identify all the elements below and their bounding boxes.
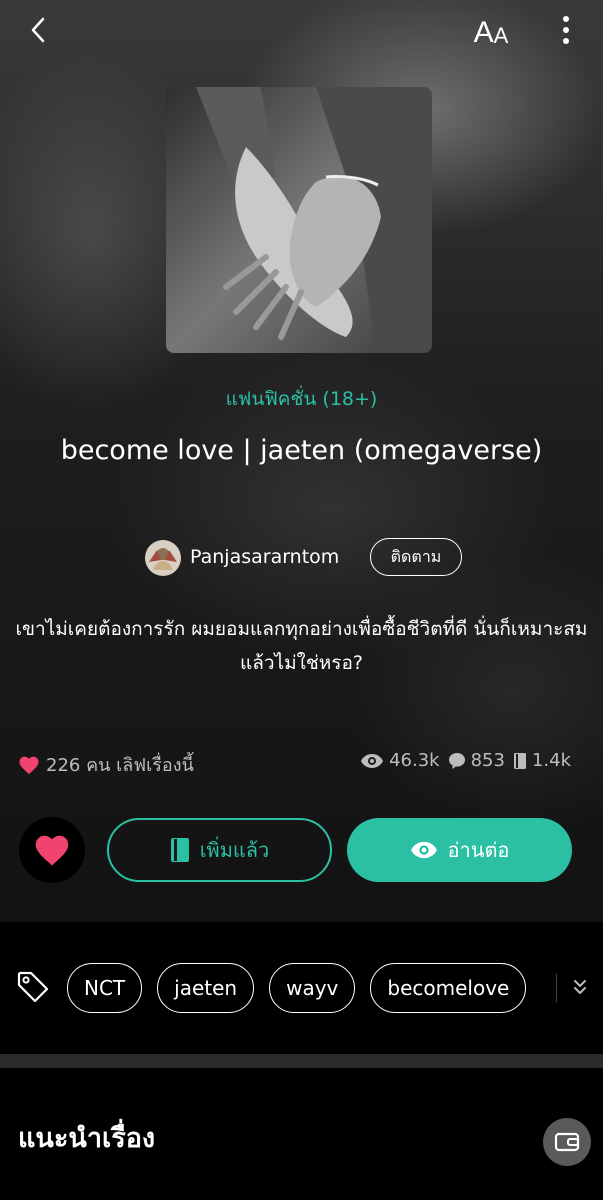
tag-chip[interactable]: wayv (269, 963, 356, 1013)
love-count-text: 226 คน เลิฟเรื่องนี้ (46, 755, 194, 776)
more-options-button[interactable] (548, 10, 584, 50)
recommendation-title: แนะนำเรื่อง (18, 1123, 156, 1154)
story-stats: 226 คน เลิฟเรื่องนี้ 46.3k 853 1.4k (0, 748, 603, 780)
continue-reading-button[interactable]: อ่านต่อ (347, 818, 572, 882)
font-size-label-small: A (493, 23, 509, 48)
chevron-left-icon (31, 17, 45, 43)
views-count: 46.3k (389, 750, 440, 771)
story-synopsis: เขาไม่เคยต้องการรัก ผมยอมแลกทุกอย่างเพื่… (15, 618, 588, 674)
engagement-stats: 46.3k 853 1.4k (352, 750, 571, 771)
eye-icon (361, 753, 384, 768)
views-stat: 46.3k (360, 750, 440, 771)
story-cover-image (166, 87, 432, 353)
font-size-button[interactable]: AA (468, 12, 514, 48)
floating-action-button[interactable] (543, 1118, 591, 1166)
comments-count: 853 (470, 750, 505, 771)
comment-icon (448, 752, 465, 769)
more-vertical-icon (563, 16, 569, 44)
back-button[interactable] (20, 12, 56, 48)
action-buttons: เพิ่มแล้ว อ่านต่อ (0, 817, 603, 885)
added-to-library-button[interactable]: เพิ่มแล้ว (107, 818, 332, 882)
cover-hands-illustration (166, 87, 432, 353)
story-title: become love | jaeten (omegaverse) (60, 435, 543, 466)
author-name[interactable]: Panjasararntom (190, 546, 339, 568)
added-label: เพิ่มแล้ว (199, 838, 270, 862)
saves-count: 1.4k (531, 750, 571, 771)
top-bar: AA (0, 0, 603, 60)
book-icon (513, 752, 526, 769)
tags-divider (556, 974, 557, 1002)
expand-tags-button[interactable] (567, 972, 593, 1002)
tags-bar: NCT jaeten wayv becomelove (0, 922, 603, 1054)
author-avatar[interactable] (145, 540, 181, 576)
story-genre[interactable]: แฟนฟิคชั่น (18+) (0, 384, 603, 414)
read-label: อ่านต่อ (447, 838, 510, 862)
love-button[interactable] (19, 817, 85, 883)
wallet-icon (554, 1132, 580, 1152)
heart-icon (19, 756, 39, 774)
story-hero: AA แฟนฟิคชั่น (18+) become love | jaeten… (0, 0, 603, 922)
eye-icon (410, 841, 437, 859)
comments-stat: 853 (448, 750, 505, 771)
tag-icon (17, 971, 49, 1003)
follow-button[interactable]: ติดตาม (370, 538, 462, 576)
tag-chip[interactable]: jaeten (157, 963, 255, 1013)
saves-stat: 1.4k (513, 750, 571, 771)
heart-icon (35, 835, 69, 866)
book-icon (170, 838, 189, 862)
chevron-double-down-icon (574, 980, 586, 994)
section-separator (0, 1054, 603, 1068)
author-row: Panjasararntom ติดตาม (145, 538, 475, 578)
tag-chip[interactable]: NCT (67, 963, 143, 1013)
recommendation-section: แนะนำเรื่อง (0, 1068, 603, 1200)
tag-list: NCT jaeten wayv becomelove (67, 963, 541, 1013)
avatar-image (145, 540, 181, 576)
font-size-label-big: A (473, 16, 494, 49)
tag-chip[interactable]: becomelove (370, 963, 527, 1013)
love-count: 226 คน เลิฟเรื่องนี้ (18, 750, 194, 779)
